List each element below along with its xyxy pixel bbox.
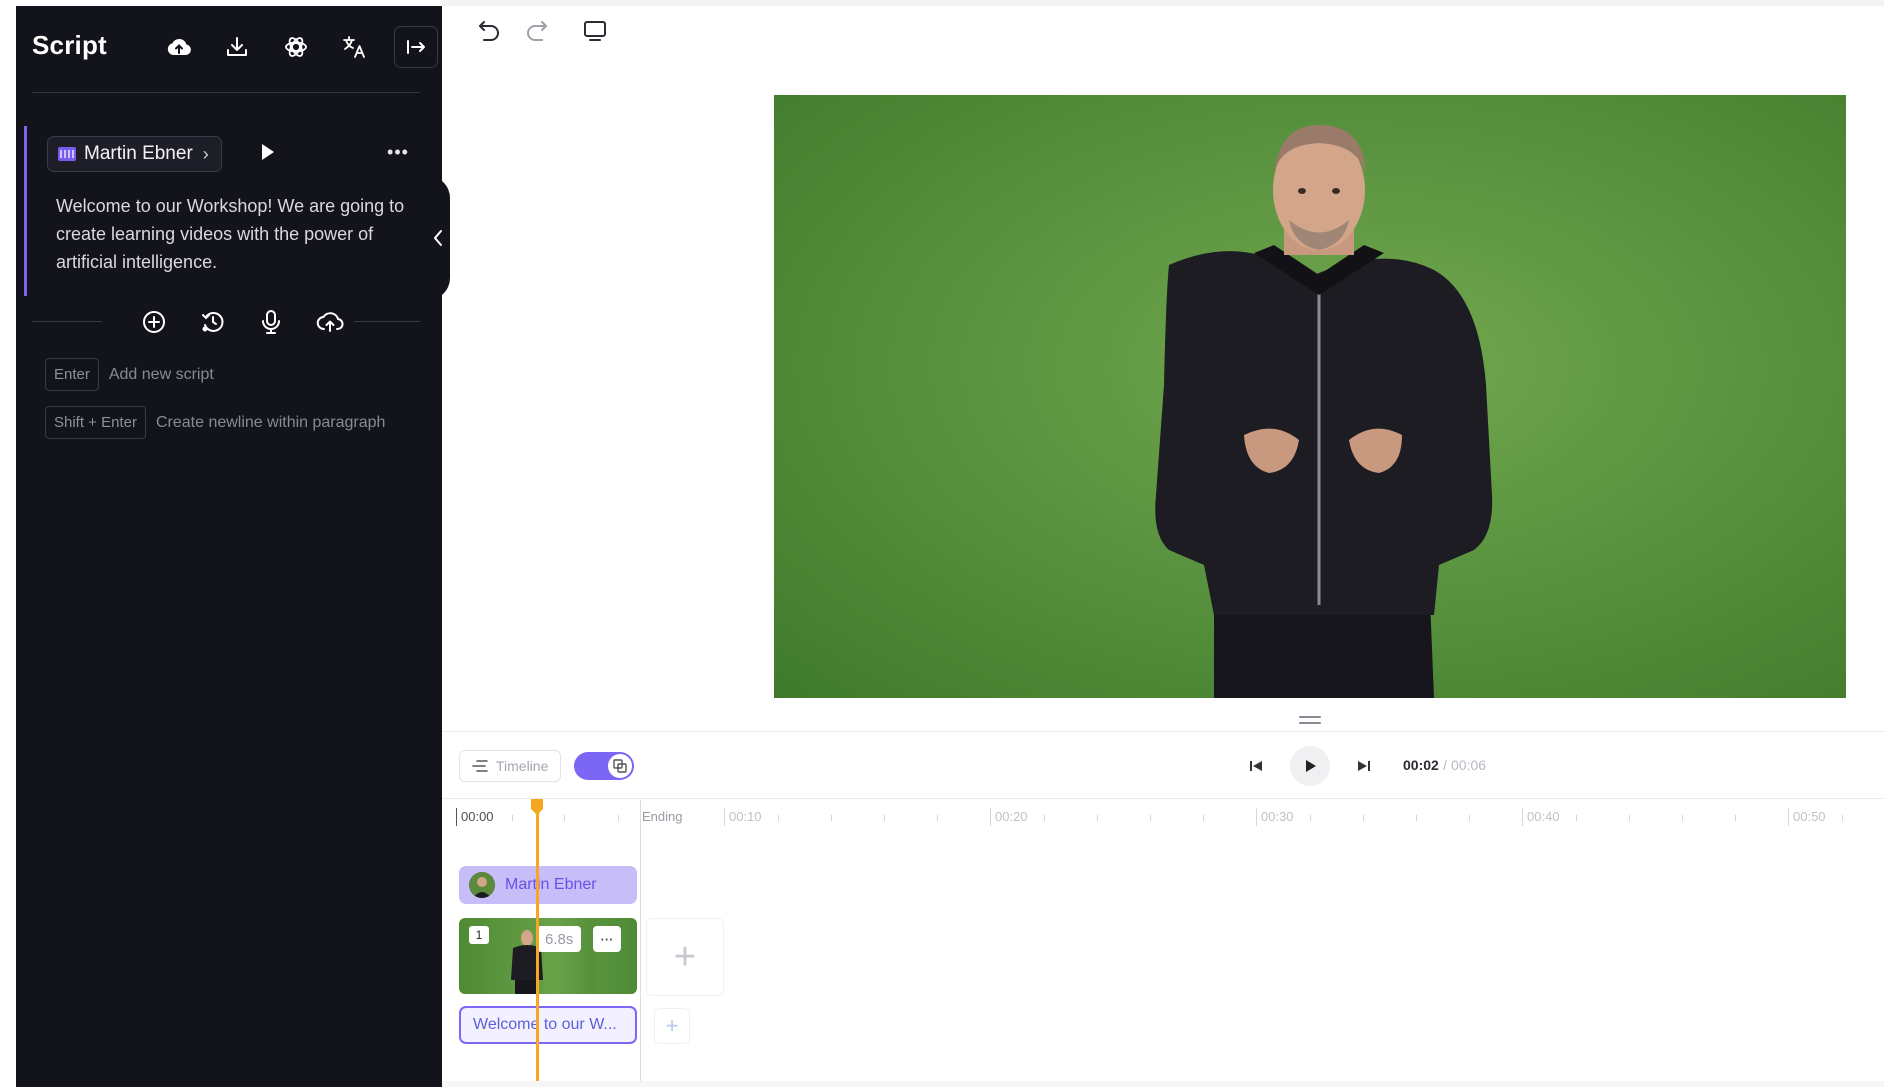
time-separator: / — [1443, 757, 1447, 773]
speaker-track[interactable]: Martin Ebner — [459, 866, 637, 904]
ruler-tick — [1576, 815, 1577, 821]
ruler-tick — [831, 815, 832, 821]
speaker-name: Martin Ebner — [84, 143, 193, 164]
video-preview[interactable] — [774, 95, 1846, 698]
text-track[interactable]: Welcome to our W... — [459, 1006, 637, 1044]
skip-back-button[interactable] — [1240, 750, 1272, 782]
ruler-tick — [884, 815, 885, 821]
layers-icon — [613, 759, 627, 773]
ruler-tick — [1150, 815, 1151, 821]
skip-back-icon — [1250, 761, 1262, 771]
ruler-tick — [937, 815, 938, 821]
ruler-start: 00:00 — [456, 808, 494, 826]
current-time: 00:02 — [1403, 757, 1439, 773]
ruler-mark: 00:40 — [1522, 808, 1560, 826]
hint-shift-enter: Shift + Enter Create newline within para… — [45, 406, 385, 439]
script-tools — [32, 304, 420, 340]
play-icon[interactable] — [255, 140, 279, 164]
history-icon[interactable] — [198, 307, 228, 337]
playhead[interactable] — [536, 806, 539, 1087]
hint-shift-enter-label: Create newline within paragraph — [155, 413, 386, 431]
scene-more-button[interactable]: ··· — [593, 926, 621, 952]
timeline-ruler-border — [442, 798, 1884, 799]
scene-clip[interactable]: 1 6.8s ··· — [459, 918, 637, 994]
ruler-tick — [1469, 815, 1470, 821]
ruler-tick — [1044, 815, 1045, 821]
ruler-tick — [1842, 815, 1843, 821]
skip-forward-button[interactable] — [1348, 750, 1380, 782]
script-sidebar: Script Martin Ebner › ••• Welcome to our… — [16, 6, 442, 1087]
ruler-mark: 00:10 — [724, 808, 762, 826]
ruler-tick — [1682, 815, 1683, 821]
total-time: 00:06 — [1451, 757, 1487, 773]
ruler-tick — [778, 815, 779, 821]
tools-divider-right — [354, 321, 420, 322]
ruler-mark: 00:50 — [1788, 808, 1826, 826]
timeline-icon — [472, 760, 488, 772]
add-text-button[interactable]: + — [654, 1008, 690, 1044]
ruler-tick — [1735, 815, 1736, 821]
sidebar-header: Script — [32, 20, 438, 74]
avatar — [469, 872, 495, 898]
timeline-ruler[interactable]: 00:00 Ending 00:10 00:20 00:30 00:40 00:… — [456, 806, 1884, 830]
ending-marker — [640, 800, 641, 1087]
kbd-shift-enter: Shift + Enter — [45, 406, 146, 439]
speaker-track-name: Martin Ebner — [505, 876, 597, 893]
script-text[interactable]: Welcome to our Workshop! We are going to… — [56, 192, 408, 276]
tools-divider-left — [32, 321, 102, 322]
ruler-mark: 00:30 — [1256, 808, 1294, 826]
ruler-tick — [1363, 815, 1364, 821]
overlay-toggle[interactable] — [574, 752, 634, 780]
hint-enter: Enter Add new script — [45, 358, 214, 391]
script-paragraph[interactable]: Martin Ebner › ••• Welcome to our Worksh… — [24, 126, 420, 296]
chevron-left-icon — [433, 230, 442, 246]
undo-icon[interactable] — [472, 14, 506, 48]
scene-duration: 6.8s — [537, 926, 582, 952]
redo-icon[interactable] — [520, 14, 554, 48]
bottom-strip — [442, 1081, 1884, 1087]
microphone-icon[interactable] — [256, 307, 286, 337]
add-scene-button[interactable]: + — [646, 918, 724, 996]
sidebar-title: Script — [32, 30, 107, 60]
cloud-upload-icon[interactable] — [162, 30, 196, 64]
ruler-ending: Ending — [642, 809, 683, 824]
ruler-tick — [1416, 815, 1417, 821]
skip-forward-icon — [1358, 761, 1370, 771]
openai-icon[interactable] — [279, 30, 313, 64]
more-options-icon[interactable]: ••• — [383, 140, 413, 164]
top-strip — [442, 0, 1884, 6]
timeline-button[interactable]: Timeline — [459, 750, 562, 782]
download-icon[interactable] — [220, 30, 254, 64]
add-circle-icon[interactable] — [139, 307, 169, 337]
speaker-selector[interactable]: Martin Ebner › — [47, 136, 222, 172]
ruler-tick — [618, 815, 619, 821]
ruler-tick — [1097, 815, 1098, 821]
hint-enter-label: Add new script — [108, 365, 214, 383]
play-button[interactable] — [1290, 746, 1330, 786]
chevron-right-icon: › — [202, 143, 209, 164]
timeline-button-label: Timeline — [496, 758, 549, 774]
ruler-tick — [1310, 815, 1311, 821]
ruler-tick — [1629, 815, 1630, 821]
toggle-knob — [608, 754, 632, 778]
scene-index: 1 — [469, 926, 489, 944]
timeline-top-border — [442, 731, 1884, 732]
voice-flag-icon — [58, 147, 76, 161]
ruler-tick — [1203, 815, 1204, 821]
play-icon — [1306, 760, 1316, 772]
playhead-handle-icon[interactable] — [530, 798, 544, 816]
ruler-mark: 00:20 — [990, 808, 1028, 826]
kbd-enter: Enter — [45, 358, 99, 391]
monitor-icon[interactable] — [578, 14, 612, 48]
resize-handle-icon[interactable] — [1298, 714, 1322, 726]
upload-cloud-icon[interactable] — [315, 307, 345, 337]
presenter-image — [1155, 125, 1493, 698]
ruler-tick — [512, 815, 513, 821]
ruler-tick — [564, 815, 565, 821]
export-arrow-icon[interactable] — [394, 26, 438, 68]
collapse-sidebar-button[interactable] — [426, 176, 450, 300]
translate-icon[interactable] — [338, 30, 372, 64]
sidebar-divider — [32, 92, 420, 93]
